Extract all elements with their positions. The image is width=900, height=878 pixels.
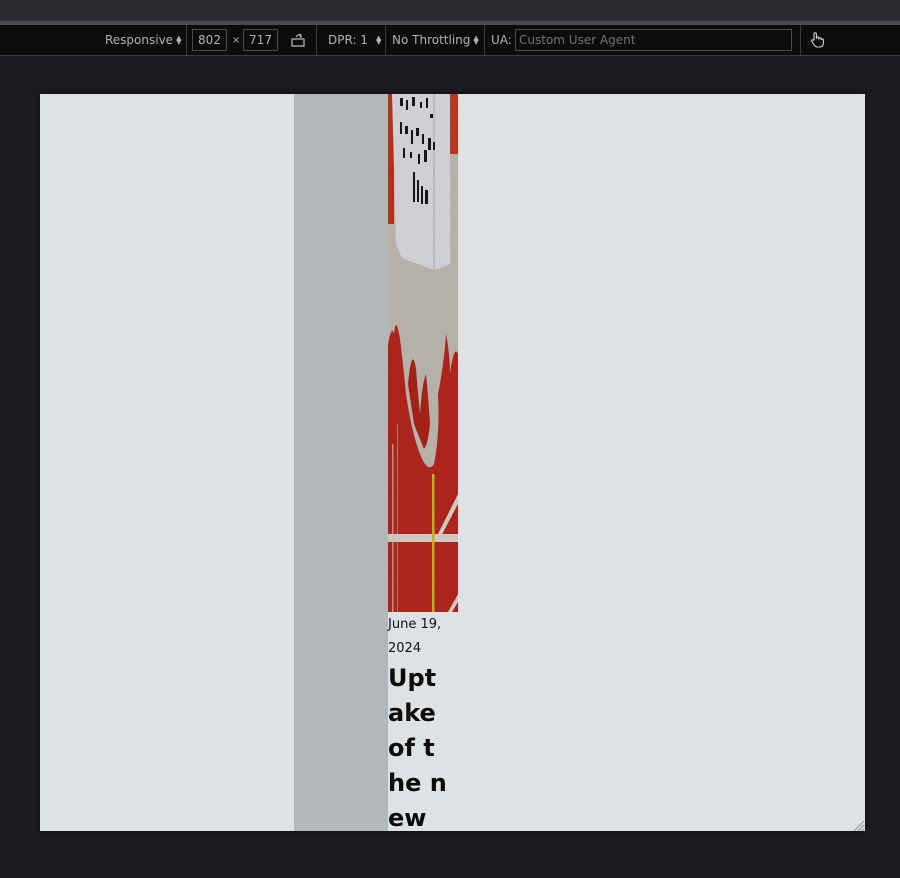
article-hero-image (388, 94, 458, 612)
rotate-viewport-button[interactable] (290, 25, 306, 55)
touch-simulation-button[interactable] (809, 25, 825, 55)
viewport-resize-handle[interactable] (851, 817, 865, 831)
toolbar-separator (316, 25, 317, 55)
viewport-width-input[interactable]: 802 (192, 29, 227, 51)
hero-photo (388, 94, 458, 612)
resize-grip-icon (853, 820, 865, 831)
device-selector[interactable]: Responsive ▲ ▼ (105, 25, 181, 55)
throttling-selector[interactable]: No Throttling ▲ ▼ (392, 25, 479, 55)
window-top-strip (0, 0, 900, 21)
toolbar-separator (800, 25, 801, 55)
updown-arrows-icon: ▲ ▼ (473, 34, 479, 46)
rotate-viewport-icon (291, 33, 305, 47)
updown-arrows-icon: ▲ ▼ (176, 34, 182, 46)
dpr-selector-label: DPR: 1 (328, 33, 368, 47)
user-agent-input[interactable] (515, 29, 792, 51)
article-date: June 19, 2024 (388, 617, 442, 656)
toolbar-separator (484, 25, 485, 55)
touch-simulation-icon (811, 32, 824, 48)
ua-label: UA: (491, 33, 512, 47)
viewport-height-input[interactable]: 717 (243, 29, 278, 51)
article-card[interactable]: June 19, 2024 Uptake of the new CSS (388, 94, 458, 831)
dpr-selector[interactable]: DPR: 1 ▲ ▼ (328, 25, 381, 55)
device-selector-label: Responsive (105, 33, 174, 47)
toolbar-separator (186, 25, 187, 55)
page-side-column (294, 94, 388, 831)
throttling-selector-label: No Throttling (392, 33, 471, 47)
dimension-separator: × (232, 34, 241, 46)
updown-arrows-icon: ▲ ▼ (375, 34, 382, 46)
article-title[interactable]: Uptake of the new CSS (388, 661, 450, 831)
responsive-design-toolbar: Responsive ▲ ▼ 802 × 717 DPR: 1 ▲ ▼ No Thr… (0, 25, 900, 56)
responsive-viewport: June 19, 2024 Uptake of the new CSS (40, 94, 865, 831)
toolbar-separator (385, 25, 386, 55)
